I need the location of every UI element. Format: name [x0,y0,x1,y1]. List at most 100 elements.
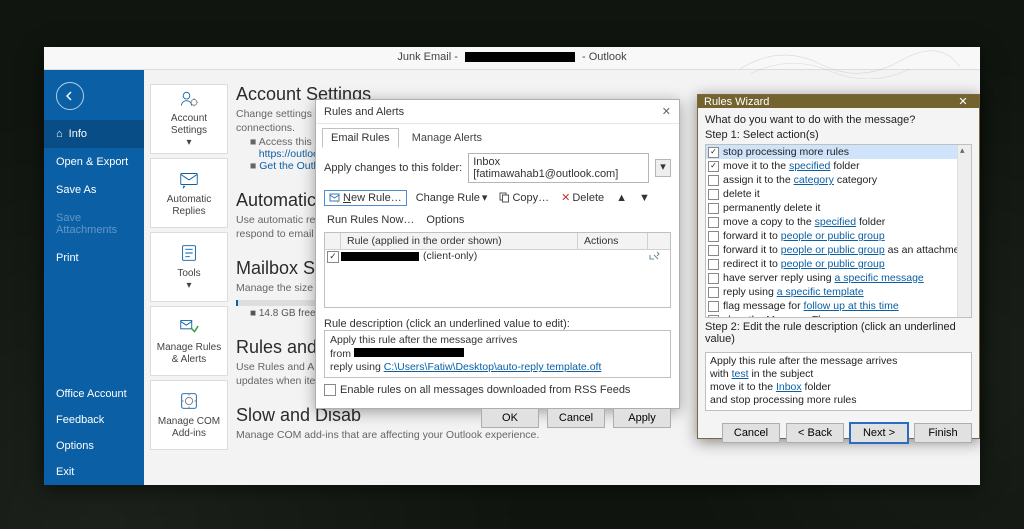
tile-automatic-replies[interactable]: Automatic Replies [150,158,228,228]
sidebar-item-options[interactable]: Options [44,433,144,459]
back-button[interactable] [56,82,84,110]
decorative-swirl [740,49,960,79]
action-checkbox[interactable] [708,175,719,186]
new-rule-icon [329,192,341,204]
action-item[interactable]: ✓move it to the specified folder [706,159,971,173]
s2-link-folder[interactable]: Inbox [776,381,802,393]
scrollbar[interactable] [957,145,971,317]
action-item[interactable]: permanently delete it [706,201,971,215]
copy-icon [499,192,510,203]
action-checkbox[interactable] [708,231,719,242]
sidebar-item-info[interactable]: ⌂Info [44,120,144,148]
rule-name-redacted [341,252,419,261]
action-item[interactable]: forward it to people or public group as … [706,243,971,257]
sidebar-item-print[interactable]: Print [44,244,144,272]
action-item[interactable]: assign it to the category category [706,173,971,187]
rules-alerts-dialog: Rules and Alerts ✕ Email Rules Manage Al… [315,99,680,409]
action-item[interactable]: delete it [706,187,971,201]
btn-label: Change Rule [416,192,480,204]
sidebar-item-feedback[interactable]: Feedback [44,407,144,433]
action-checkbox[interactable] [708,315,719,319]
action-item[interactable]: reply using a specific template [706,285,971,299]
action-checkbox[interactable]: ✓ [708,161,719,172]
next-button[interactable]: Next > [850,423,908,443]
s2-link-subject[interactable]: test [732,368,749,380]
enable-rss-checkbox[interactable] [324,384,336,396]
sidebar-item-save-as[interactable]: Save As [44,176,144,204]
folder-dropdown-button[interactable]: ▾ [655,159,671,177]
actions-list: ✓ stop processing more rules✓move it to t… [705,144,972,318]
tile-manage-rules[interactable]: Manage Rules & Alerts [150,306,228,376]
enable-rss-label: Enable rules on all messages downloaded … [340,384,630,396]
action-checkbox[interactable] [708,287,719,298]
cancel-button[interactable]: Cancel [722,423,780,443]
close-button[interactable]: ✕ [953,95,973,108]
action-item[interactable]: ✓ stop processing more rules [706,145,971,159]
template-path-link[interactable]: C:\Users\Fatiw\Desktop\auto-reply templa… [384,361,602,373]
action-item[interactable]: forward it to people or public group [706,229,971,243]
tab-email-rules[interactable]: Email Rules [322,128,399,148]
action-text: redirect it to people or public group [723,257,885,271]
back-button[interactable]: < Back [786,423,844,443]
action-item[interactable]: have server reply using a specific messa… [706,271,971,285]
run-rules-button[interactable]: Run Rules Now… [324,212,417,228]
action-text: stop processing more rules [723,145,849,159]
s2-text: with [710,368,732,380]
tab-manage-alerts[interactable]: Manage Alerts [403,128,491,148]
sidebar-item-office-account[interactable]: Office Account [44,381,144,407]
action-item[interactable]: clear the Message Flag [706,313,971,318]
tile-manage-com-addins[interactable]: Manage COM Add-ins [150,380,228,450]
action-link[interactable]: category [794,174,834,186]
rule-row[interactable]: ✓ (client-only) [325,250,670,263]
com-addins-icon [178,390,200,412]
close-button[interactable]: ✕ [662,105,671,118]
tile-label: Account Settings [155,113,223,137]
action-link[interactable]: people or public group [781,258,885,270]
action-checkbox[interactable] [708,273,719,284]
options-button[interactable]: Options [423,212,467,228]
action-checkbox[interactable] [708,259,719,270]
action-link[interactable]: a specific message [834,272,923,284]
rule-checkbox[interactable]: ✓ [327,251,339,263]
move-down-button[interactable]: ▼ [636,190,653,206]
delete-button[interactable]: ✕ Delete [558,189,607,206]
apply-button[interactable]: Apply [613,408,671,428]
action-checkbox[interactable]: ✓ [708,147,719,158]
action-link[interactable]: people or public group [781,244,885,256]
dialog-title: Rules and Alerts [324,106,404,118]
action-link[interactable]: follow up at this time [804,300,899,312]
folder-select[interactable]: Inbox [fatimawahab1@outlook.com] [468,153,649,183]
action-item[interactable]: redirect it to people or public group [706,257,971,271]
desc-redacted [354,348,464,357]
copy-button[interactable]: Copy… [496,190,552,206]
rule-description-box: Apply this rule after the message arrive… [324,330,671,378]
step2-description: Apply this rule after the message arrive… [705,352,972,411]
ok-button[interactable]: OK [481,408,539,428]
move-up-button[interactable]: ▲ [613,190,630,206]
action-checkbox[interactable] [708,217,719,228]
action-link[interactable]: a specific template [777,286,864,298]
desc-line: reply using [330,361,384,373]
action-checkbox[interactable] [708,203,719,214]
sidebar-item-exit[interactable]: Exit [44,459,144,485]
sidebar-item-open-export[interactable]: Open & Export [44,148,144,176]
tile-tools[interactable]: Tools ▾ [150,232,228,302]
tile-account-settings[interactable]: Account Settings ▾ [150,84,228,154]
action-link[interactable]: specified [789,160,830,172]
sidebar-label: Exit [56,466,74,478]
action-item[interactable]: flag message for follow up at this time [706,299,971,313]
new-rule-button[interactable]: New Rule… [324,190,407,206]
action-checkbox[interactable] [708,301,719,312]
finish-button[interactable]: Finish [914,423,972,443]
change-rule-button[interactable]: Change Rule ▾ [413,189,491,206]
cancel-button[interactable]: Cancel [547,408,605,428]
action-item[interactable]: move a copy to the specified folder [706,215,971,229]
action-checkbox[interactable] [708,189,719,200]
wizard-question: What do you want to do with the message? [705,114,972,126]
action-text: delete it [723,187,760,201]
action-link[interactable]: specified [815,216,856,228]
action-link[interactable]: people or public group [781,230,885,242]
action-text: flag message for follow up at this time [723,299,899,313]
action-checkbox[interactable] [708,245,719,256]
sidebar-label: Save As [56,184,96,196]
